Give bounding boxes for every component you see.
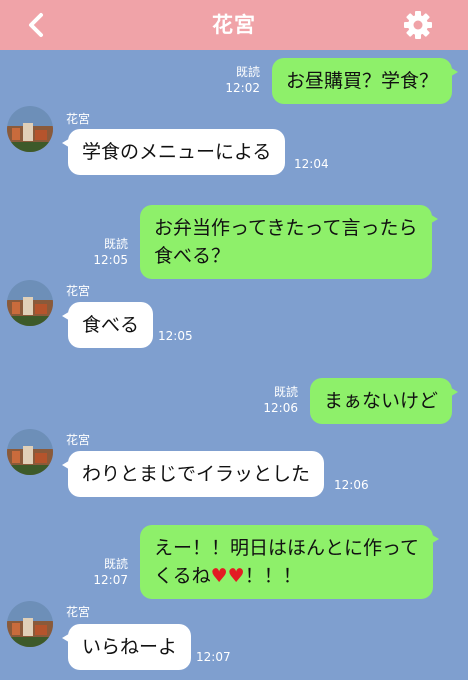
- message-time: 12:05: [93, 253, 128, 267]
- avatar[interactable]: [7, 601, 53, 647]
- avatar-photo-icon: [7, 106, 53, 152]
- chat-title: 花宮: [212, 13, 256, 37]
- chat-screen: 花宮 既読 12:02 お昼購買？学食？ 花宮 学食のメニューによる 12:04…: [0, 0, 468, 680]
- avatar[interactable]: [7, 106, 53, 152]
- avatar[interactable]: [7, 429, 53, 475]
- message-bubble-outgoing[interactable]: まぁないけど: [310, 378, 459, 424]
- gear-icon: [404, 11, 432, 39]
- message-text: くるね: [154, 565, 211, 587]
- read-receipt: 既読: [103, 557, 128, 571]
- read-receipt: 既読: [103, 237, 128, 251]
- header-bar: 花宮: [0, 0, 468, 50]
- message-bubble-incoming[interactable]: 食べる: [61, 302, 154, 348]
- message-meta: 既読 12:05: [80, 236, 128, 268]
- message-bubble-incoming[interactable]: わりとまじでイラッとした: [61, 451, 325, 497]
- message-time: 12:06: [334, 478, 369, 492]
- message-text: 食べる: [82, 314, 140, 336]
- message-text: いらねーよ: [82, 636, 178, 658]
- message-text-line: お弁当作ってきたって言ったら: [154, 217, 418, 239]
- avatar-photo-icon: [7, 429, 53, 475]
- message-text-line: くるね♥♥！！！: [154, 562, 419, 590]
- message-text: わりとまじでイラッとした: [82, 463, 311, 485]
- avatar-photo-icon: [7, 601, 53, 647]
- message-text: お昼購買？学食？: [286, 70, 439, 92]
- message-bubble-outgoing[interactable]: えー！！明日はほんとに作って くるね♥♥！！！: [140, 525, 440, 599]
- sender-name: 花宮: [66, 284, 91, 298]
- message-time: 12:02: [225, 81, 260, 95]
- sender-name: 花宮: [66, 112, 91, 126]
- settings-button[interactable]: [402, 9, 434, 41]
- message-text: 学食のメニューによる: [82, 141, 272, 163]
- avatar[interactable]: [7, 280, 53, 326]
- sender-name: 花宮: [66, 433, 91, 447]
- read-receipt: 既読: [273, 385, 298, 399]
- message-bubble-outgoing[interactable]: お弁当作ってきたって言ったら 食べる？: [140, 205, 438, 279]
- message-text: まぁないけど: [324, 390, 439, 412]
- message-bubble-incoming[interactable]: 学食のメニューによる: [61, 129, 286, 175]
- avatar-photo-icon: [7, 280, 53, 326]
- heart-emoji: ♥♥: [210, 565, 245, 587]
- message-time: 12:07: [196, 650, 231, 664]
- message-bubble-outgoing[interactable]: お昼購買？学食？: [272, 58, 459, 104]
- message-text-line: えー！！明日はほんとに作って: [154, 537, 420, 559]
- message-time: 12:06: [263, 401, 298, 415]
- message-text: ！！！: [244, 565, 302, 587]
- message-time: 12:04: [294, 157, 329, 171]
- message-time: 12:07: [93, 573, 128, 587]
- message-meta: 既読 12:02: [212, 64, 260, 96]
- message-meta: 既読 12:06: [250, 384, 298, 416]
- message-meta: 既読 12:07: [80, 556, 128, 588]
- read-receipt: 既読: [235, 65, 260, 79]
- sender-name: 花宮: [66, 605, 91, 619]
- message-bubble-incoming[interactable]: いらねーよ: [61, 624, 192, 670]
- message-time: 12:05: [158, 329, 193, 343]
- message-text-line: 食べる？: [154, 245, 231, 267]
